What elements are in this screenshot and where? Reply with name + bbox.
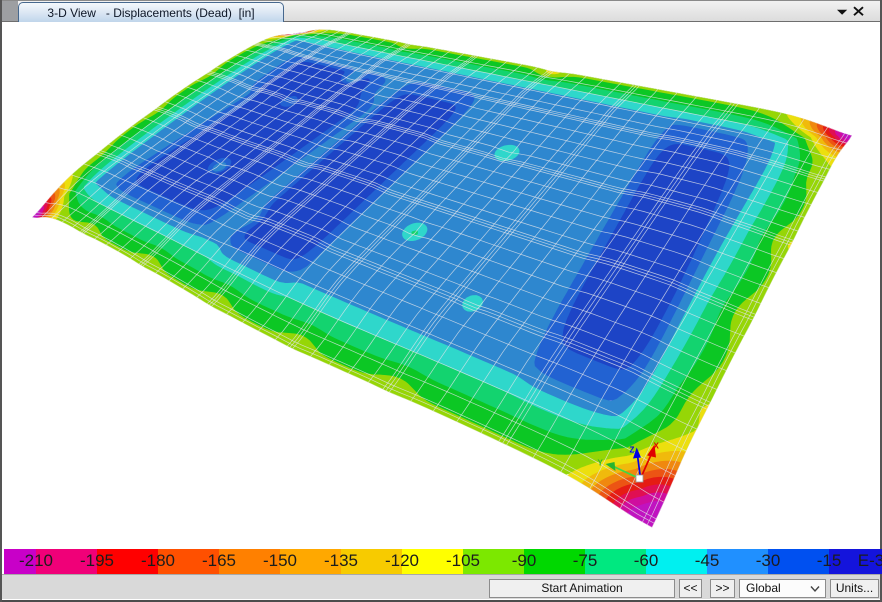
svg-text:Z: Z [630,446,635,455]
svg-text:X: X [654,442,660,451]
svg-text:Y: Y [598,459,604,468]
